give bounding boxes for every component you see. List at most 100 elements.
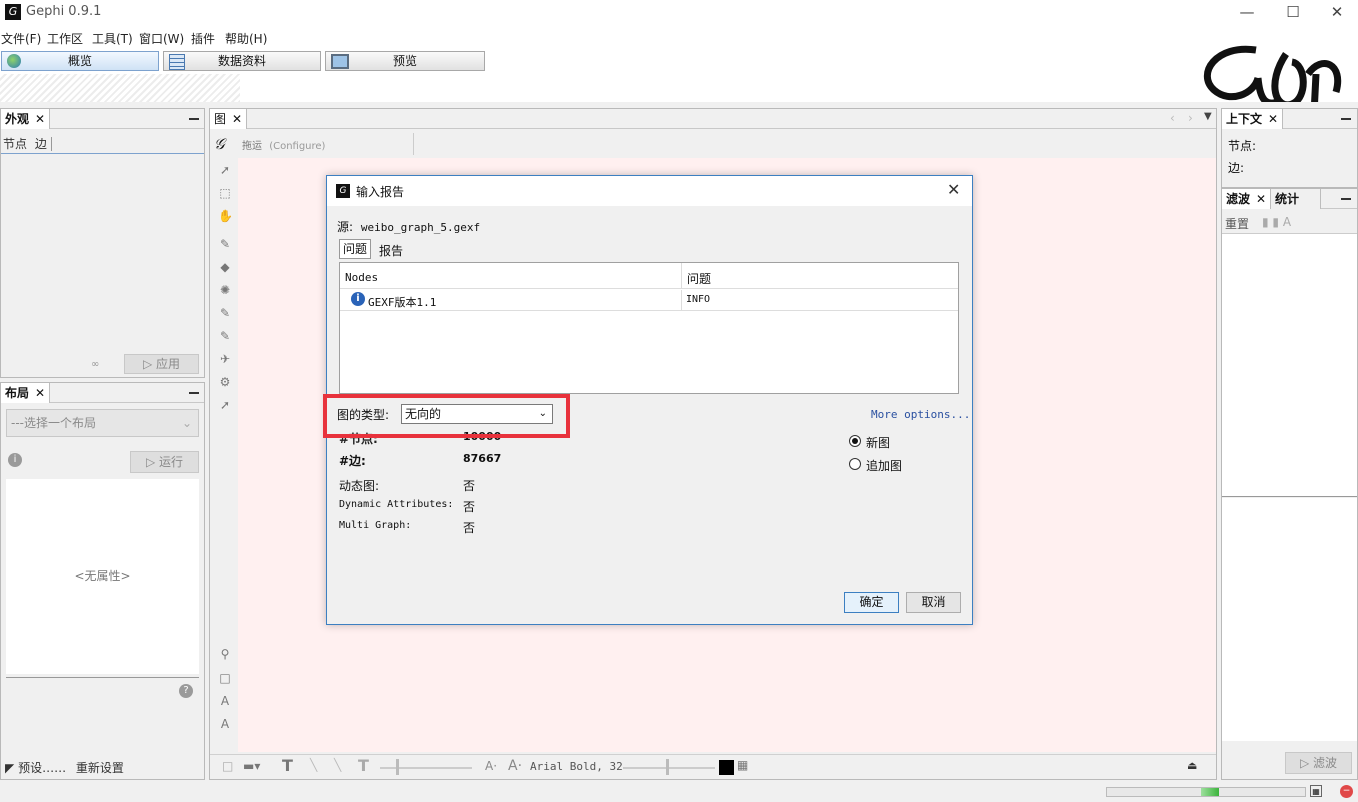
row-issue: INFO — [686, 294, 711, 305]
help-pointer-icon[interactable]: ➚ — [218, 398, 232, 412]
dropdown-icon[interactable]: ▼ — [1204, 111, 1212, 122]
tab-preview[interactable]: 预览 — [325, 51, 485, 71]
link-icon: ∞ — [91, 359, 100, 370]
text-icon[interactable]: T — [282, 756, 293, 775]
size-slider[interactable] — [380, 767, 472, 769]
source-label: 源: — [337, 220, 354, 234]
diamond-icon[interactable]: ◆ — [218, 260, 232, 274]
gear-icon[interactable]: ⚙ — [218, 375, 232, 389]
close-window-button[interactable]: ✕ — [1314, 0, 1358, 26]
eject-icon[interactable]: ⏏ — [1187, 759, 1197, 772]
menu-window[interactable]: 窗口(W) — [139, 30, 184, 47]
subtab-edges[interactable]: 边 — [35, 137, 47, 151]
layout-properties: <无属性> — [6, 479, 199, 674]
menu-tools[interactable]: 工具(T) — [92, 30, 133, 47]
minimize-panel-button[interactable] — [1341, 118, 1351, 120]
line-icon[interactable]: ╲ — [310, 758, 317, 772]
minimize-panel-button[interactable] — [189, 392, 199, 394]
edge-pencil-icon[interactable]: ✎ — [218, 306, 232, 320]
info-icon[interactable]: i — [8, 453, 22, 467]
reset-filter-button[interactable]: 重置 — [1225, 215, 1249, 232]
tab-layout[interactable]: 布局 ✕ — [1, 383, 51, 403]
menu-workspace[interactable]: 工作区 — [47, 30, 83, 47]
brush-icon[interactable]: ✺ — [218, 283, 232, 297]
menu-help[interactable]: 帮助(H) — [225, 30, 267, 47]
minimize-panel-button[interactable] — [1341, 198, 1351, 200]
cancel-button[interactable]: 取消 — [906, 592, 961, 613]
gephi-logo-icon: G — [336, 184, 350, 198]
table-row[interactable]: i GEXF版本1.1 INFO — [340, 290, 958, 311]
drag-tool-icon[interactable]: ✋ — [218, 209, 233, 223]
graph-bottom-toolbar: □ ▬▾ T ╲ ╲ T A· A· Arial Bold, 32 ▦ ⏏ — [210, 754, 1216, 779]
close-icon[interactable]: ✕ — [1256, 192, 1266, 206]
camera-icon[interactable]: ▬▾ — [243, 759, 260, 773]
scroll-left-icon[interactable]: ‹ — [1170, 111, 1175, 125]
text-size-icon[interactable]: A — [218, 717, 232, 731]
apply-button[interactable]: ▷ 应用 — [124, 354, 199, 374]
close-icon[interactable]: ✕ — [35, 112, 45, 126]
more-options-link[interactable]: More options... — [871, 408, 970, 421]
globe-icon — [7, 54, 21, 68]
rect-select-icon[interactable]: ⬚ — [218, 186, 232, 200]
close-icon[interactable]: ✕ — [1268, 112, 1278, 126]
airplane-icon[interactable]: ✈ — [218, 352, 232, 366]
tab-filters[interactable]: 滤波 ✕ — [1222, 189, 1272, 209]
tab-overview[interactable]: 概览 — [1, 51, 159, 71]
maximize-window-button[interactable]: ☐ — [1270, 0, 1316, 26]
col-issue: 问题 — [687, 272, 712, 286]
close-icon[interactable]: ✕ — [232, 112, 242, 126]
edge-icon[interactable]: ╲ — [334, 758, 341, 772]
filter-queries — [1222, 498, 1357, 741]
stat-multigraph-value: 否 — [463, 521, 476, 535]
text-color-icon[interactable]: A — [218, 694, 232, 708]
tab-report[interactable]: 报告 — [379, 242, 403, 259]
ok-button[interactable]: 确定 — [844, 592, 899, 613]
error-icon[interactable]: − — [1340, 785, 1353, 798]
minimize-panel-button[interactable] — [189, 118, 199, 120]
menu-file[interactable]: 文件(F) — [1, 30, 41, 47]
tab-graph[interactable]: 图 ✕ — [210, 109, 248, 129]
text-icon-2[interactable]: T — [358, 756, 369, 775]
select-tool-icon[interactable]: ➚ — [218, 163, 232, 177]
tab-data-laboratory[interactable]: 数据资料 — [163, 51, 321, 71]
filter-tool-icons[interactable]: ▮ ▮ A — [1262, 215, 1291, 229]
tab-appearance[interactable]: 外观 ✕ — [1, 109, 51, 129]
dialog-close-button[interactable]: ✕ — [947, 180, 960, 199]
tab-context[interactable]: 上下文 ✕ — [1222, 109, 1284, 129]
info-icon: i — [351, 292, 365, 306]
gephi-brand-logo — [1196, 44, 1346, 102]
reset-button[interactable]: 重新设置 — [76, 761, 124, 775]
edge-pencil-2-icon[interactable]: ✎ — [218, 329, 232, 343]
filter-button[interactable]: ▷ 滤波 — [1285, 752, 1352, 774]
font-larger-icon[interactable]: A· — [508, 758, 522, 774]
source-file: weibo_graph_5.gexf — [360, 221, 481, 234]
run-button[interactable]: ▷ 运行 — [130, 451, 199, 473]
square-icon[interactable]: □ — [218, 671, 232, 685]
tab-statistics[interactable]: 统计 — [1271, 189, 1321, 209]
preset-button[interactable]: 预设…… — [18, 761, 66, 775]
zoom-icon[interactable]: ⚲ — [218, 647, 232, 661]
minimize-window-button[interactable]: — — [1224, 0, 1270, 26]
subtab-nodes[interactable]: 节点 — [3, 137, 27, 151]
context-panel: 上下文 ✕ 节点: 边: — [1221, 108, 1358, 188]
tab-issues[interactable]: 问题 — [339, 239, 372, 259]
configure-link[interactable]: (Configure) — [269, 141, 325, 152]
expand-icon[interactable]: ◤ — [5, 761, 14, 775]
layout-select[interactable]: ---选择一个布局 ⌄ — [6, 409, 199, 437]
pencil-icon[interactable]: ✎ — [218, 237, 232, 251]
help-icon[interactable]: ? — [179, 684, 193, 698]
scroll-right-icon[interactable]: › — [1188, 111, 1193, 125]
radio-new-graph-label: 新图 — [866, 436, 891, 450]
gc-icon[interactable]: ▦ — [1310, 785, 1322, 797]
stack-icon[interactable]: ▦ — [737, 758, 748, 772]
font-label[interactable]: Arial Bold, 32 — [530, 760, 623, 773]
radio-append-graph[interactable] — [849, 458, 861, 470]
menu-plugins[interactable]: 插件 — [191, 30, 215, 47]
monitor-icon — [331, 54, 349, 69]
font-size-slider[interactable] — [623, 767, 715, 769]
close-icon[interactable]: ✕ — [35, 386, 45, 400]
radio-new-graph[interactable] — [849, 435, 861, 447]
color-swatch[interactable] — [719, 760, 734, 775]
square-icon[interactable]: □ — [222, 759, 233, 773]
font-smaller-icon[interactable]: A· — [485, 759, 497, 773]
